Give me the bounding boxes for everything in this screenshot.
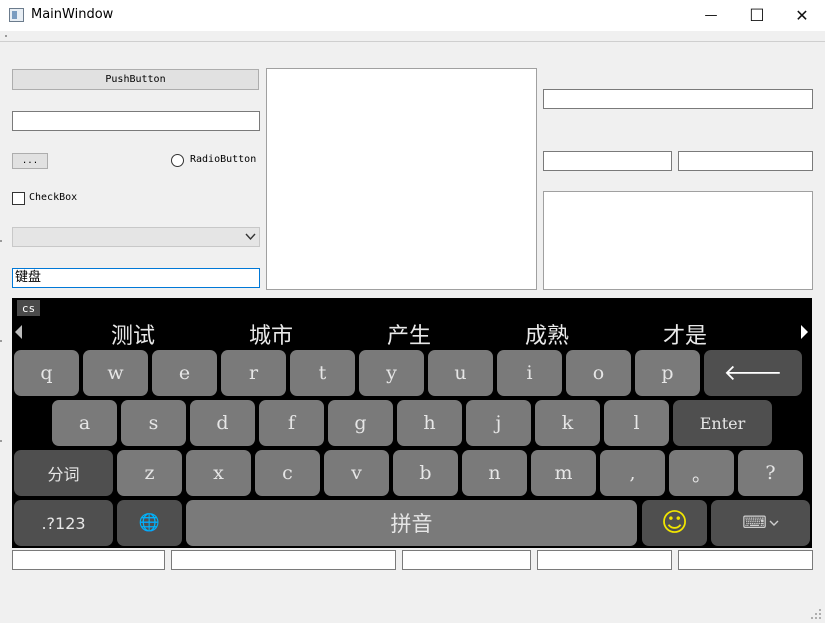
key-g[interactable]: g [328,400,393,446]
menu-grip [5,35,7,37]
keyboard-input-field[interactable]: 键盘 [12,268,260,288]
candidates-next-icon[interactable] [801,325,808,339]
language-badge: cs [17,300,40,316]
key-u[interactable]: u [428,350,493,396]
candidate-word[interactable]: 城市 [249,318,293,350]
key-z[interactable]: z [117,450,182,496]
bottom-line-edit-4[interactable] [537,550,672,570]
tool-button[interactable]: ... [12,153,48,169]
virtual-keyboard: cs 测试 城市 产生 成熟 才是 q w e r t y u i o p 🡐 … [12,298,812,548]
minimize-icon: — [704,8,718,23]
candidates-prev-icon[interactable] [15,325,22,339]
key-x[interactable]: x [186,450,251,496]
key-i[interactable]: i [497,350,562,396]
maximize-icon: ☐ [749,5,765,26]
backspace-key[interactable]: 🡐 [704,350,802,396]
bottom-line-edit-5[interactable] [678,550,813,570]
candidate-word[interactable]: 才是 [663,318,707,350]
close-button[interactable]: ✕ [779,0,825,31]
size-grip-icon[interactable] [810,608,822,620]
key-n[interactable]: n [462,450,527,496]
push-button[interactable]: PushButton [12,69,259,90]
segment-key[interactable]: 分词 [14,450,113,496]
close-icon: ✕ [795,6,809,25]
key-w[interactable]: w [83,350,148,396]
toolbar-separator [0,41,825,42]
key-l[interactable]: l [604,400,669,446]
symbols-key[interactable]: .?123 [14,500,113,546]
key-y[interactable]: y [359,350,424,396]
key-c[interactable]: c [255,450,320,496]
backspace-icon: 🡐 [723,361,783,386]
window-icon [9,8,24,22]
key-comma[interactable]: , [600,450,665,496]
chevron-down-icon [245,233,256,241]
globe-icon: 🌐 [138,513,161,533]
key-h[interactable]: h [397,400,462,446]
checkbox-label: CheckBox [29,192,78,203]
key-question[interactable]: ? [738,450,803,496]
key-d[interactable]: d [190,400,255,446]
key-v[interactable]: v [324,450,389,496]
candidate-word[interactable]: 产生 [387,318,431,350]
candidate-word[interactable]: 成熟 [525,318,569,350]
key-o[interactable]: o [566,350,631,396]
line-edit-right[interactable] [543,89,813,109]
key-period[interactable]: 。 [669,450,734,496]
key-b[interactable]: b [393,450,458,496]
combo-box[interactable] [12,227,260,247]
text-edit-area[interactable] [266,68,537,290]
key-a[interactable]: a [52,400,117,446]
radio-button-label: RadioButton [190,154,257,165]
emoji-key[interactable]: ☺ [642,500,707,546]
line-edit-right-2[interactable] [678,151,813,171]
minimize-button[interactable]: — [688,0,734,31]
candidate-word[interactable]: 测试 [111,318,155,350]
language-key[interactable]: 🌐 [117,500,182,546]
emoji-icon: ☺ [660,508,689,538]
line-edit-right-1[interactable] [543,151,672,171]
checkbox[interactable] [12,192,25,205]
key-k[interactable]: k [535,400,600,446]
window-title: MainWindow [31,7,114,22]
line-edit[interactable] [12,111,260,131]
text-edit-right[interactable] [543,191,813,290]
left-edge-mark [0,440,2,442]
key-t[interactable]: t [290,350,355,396]
key-m[interactable]: m [531,450,596,496]
enter-key[interactable]: Enter [673,400,772,446]
key-f[interactable]: f [259,400,324,446]
left-edge-mark [0,240,2,242]
key-q[interactable]: q [14,350,79,396]
radio-button[interactable] [171,154,184,167]
hide-keyboard-key[interactable]: ⌨ [711,500,810,546]
key-e[interactable]: e [152,350,217,396]
key-p[interactable]: p [635,350,700,396]
key-s[interactable]: s [121,400,186,446]
bottom-line-edit-3[interactable] [402,550,531,570]
key-j[interactable]: j [466,400,531,446]
bottom-line-edit-1[interactable] [12,550,165,570]
maximize-button[interactable]: ☐ [734,0,780,31]
bottom-line-edit-2[interactable] [171,550,396,570]
key-r[interactable]: r [221,350,286,396]
chevron-down-icon [769,520,779,526]
keyboard-hide-icon: ⌨ [742,513,767,533]
left-edge-mark [0,340,2,342]
space-key[interactable]: 拼音 [186,500,637,546]
